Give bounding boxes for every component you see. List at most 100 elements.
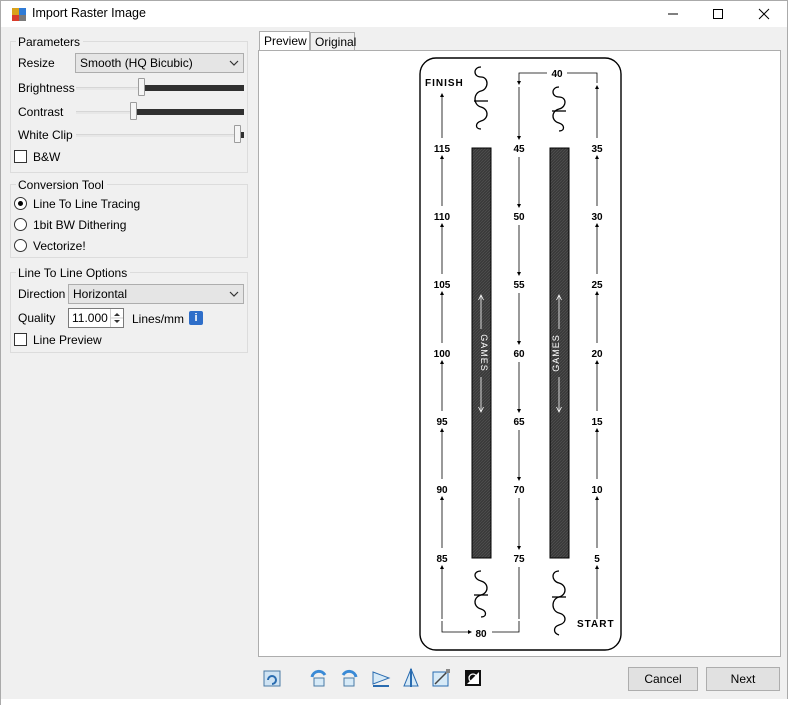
minimize-icon [668,13,678,15]
radio-vectorize-label: Vectorize! [33,239,86,253]
rotate-left-button[interactable] [307,666,331,690]
resize-label: Resize [18,56,55,70]
board-number: 75 [513,554,525,565]
direction-label: Direction [18,287,66,301]
brightness-rail [76,87,142,90]
flip-vertical-icon [403,667,419,687]
radio-line-to-line[interactable] [14,197,27,210]
board-number: 15 [591,417,603,428]
contrast-rail [76,111,134,114]
board-number: 90 [436,485,448,496]
next-button-label: Next [730,672,756,686]
brightness-slider[interactable] [76,78,244,98]
board-number: 105 [434,280,451,291]
board-number: 30 [591,212,603,223]
contrast-fill [134,109,244,115]
next-button[interactable]: Next [706,667,780,691]
radio-bw-dithering-label: 1bit BW Dithering [33,218,127,232]
minimize-button[interactable] [651,1,695,27]
board-number: 70 [513,485,525,496]
chevron-down-icon [229,291,239,297]
board-number: 5 [594,554,600,565]
rotate-right-button[interactable] [337,666,361,690]
invert-icon [465,670,481,686]
line-options-title: Line To Line Options [16,266,131,280]
cancel-button[interactable]: Cancel [628,667,698,691]
maximize-icon [713,9,723,19]
preview-panel: GAMES GAMES FINISH START 40 80 115 110 105… [258,50,781,657]
tab-original[interactable]: Original [310,32,357,51]
cribbage-board-image: GAMES GAMES FINISH START 40 80 115110105… [419,57,622,651]
tab-original-label: Original [315,35,357,49]
board-number: 25 [591,280,603,291]
bw-checkbox[interactable] [14,150,27,163]
tab-preview-label: Preview [264,34,307,48]
resize-combo[interactable]: Smooth (HQ Bicubic) [75,53,244,73]
board-number: 60 [513,349,525,360]
flip-horizontal-button[interactable] [369,666,393,690]
left-track-text: GAMES [479,334,489,372]
board-number: 85 [436,554,448,565]
contrast-thumb[interactable] [130,102,137,120]
resize-value: Smooth (HQ Bicubic) [80,56,193,70]
whiteclip-rail [76,134,238,137]
info-icon[interactable]: i [189,311,203,325]
board-number: 45 [513,144,525,155]
board-number: 100 [434,349,451,360]
cancel-button-label: Cancel [644,672,682,686]
brightness-thumb[interactable] [138,78,145,96]
radio-bw-dithering[interactable] [14,218,27,231]
quality-spin-buttons[interactable] [110,309,123,327]
reload-image-button[interactable] [260,666,284,690]
radio-line-to-line-label: Line To Line Tracing [33,197,141,211]
app-icon [12,8,26,21]
contrast-slider[interactable] [76,102,244,122]
bottom-value-label: 80 [475,629,487,640]
conversion-title: Conversion Tool [16,178,107,192]
whiteclip-thumb[interactable] [234,125,241,143]
top-value-label: 40 [551,69,563,80]
board-number: 10 [591,485,603,496]
whiteclip-slider[interactable] [76,125,244,145]
board-number: 20 [591,349,603,360]
board-number: 95 [436,417,448,428]
rotate-right-icon [341,669,358,687]
line-preview-label: Line Preview [33,333,102,347]
direction-value: Horizontal [73,287,128,301]
crop-button[interactable] [429,666,453,690]
quality-unit: Lines/mm [132,312,185,326]
reload-icon [263,670,281,687]
line-preview-checkbox[interactable] [14,333,27,346]
brightness-fill [142,85,244,91]
invert-button[interactable] [461,666,485,690]
board-number: 35 [591,144,603,155]
bw-label: B&W [33,150,61,164]
crop-icon [432,669,450,687]
maximize-button[interactable] [696,1,740,27]
brightness-label: Brightness [18,81,75,95]
finish-label: FINISH [425,78,464,89]
window-title: Import Raster Image [32,6,146,20]
quality-value: 11.000 [72,311,108,325]
rotate-left-icon [310,669,327,687]
quality-label: Quality [18,311,56,325]
board-number: 50 [513,212,525,223]
title-bar: Import Raster Image [1,1,787,27]
board-number: 115 [434,144,451,155]
radio-vectorize[interactable] [14,239,27,252]
board-number: 65 [513,417,525,428]
close-button[interactable] [742,1,786,27]
direction-combo[interactable]: Horizontal [68,284,244,304]
parameters-title: Parameters [16,35,84,49]
board-number: 55 [513,280,525,291]
import-raster-window: Import Raster Image Parameters Resize Sm… [0,0,788,706]
quality-stepper[interactable]: 11.000 [68,308,124,328]
flip-horizontal-icon [372,671,391,687]
tab-preview[interactable]: Preview [259,31,310,51]
board-number: 110 [434,212,451,223]
chevron-down-icon [229,60,239,66]
flip-vertical-button[interactable] [399,666,423,690]
spin-arrows-icon [111,313,123,323]
right-track-text: GAMES [551,334,561,372]
whiteclip-label: White Clip [18,128,73,142]
